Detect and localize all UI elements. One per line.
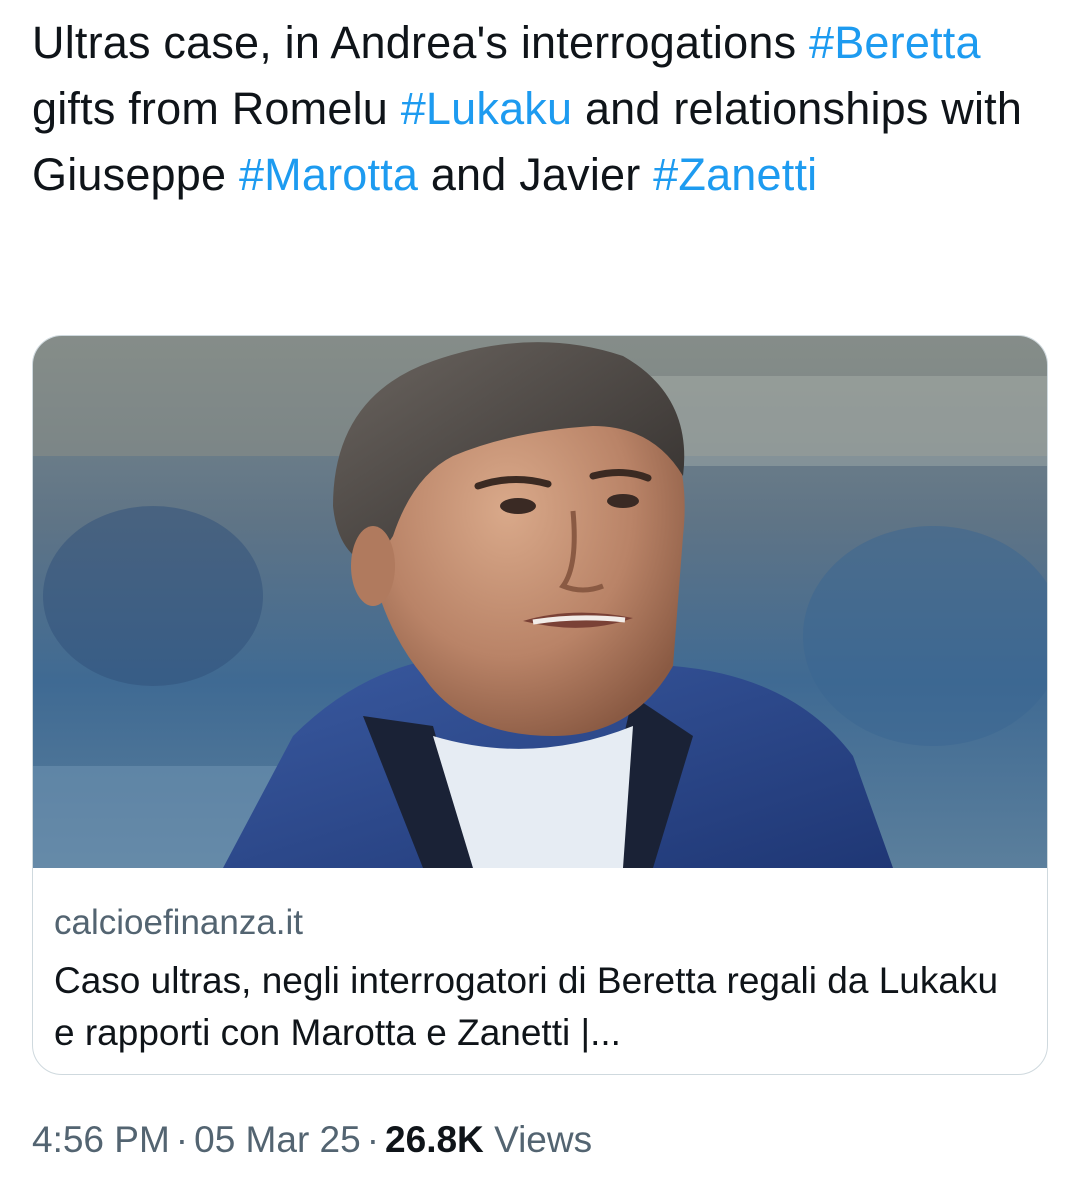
card-image[interactable]	[33, 336, 1047, 868]
tweet-text-segment: Ultras case, in Andrea's interrogations	[32, 17, 809, 68]
hashtag-zanetti-link[interactable]: #Zanetti	[653, 149, 817, 200]
meta-separator: ·	[366, 1119, 380, 1160]
meta-separator: ·	[175, 1119, 189, 1160]
tweet-text: Ultras case, in Andrea's interrogations …	[32, 10, 1052, 208]
views-label: Views	[494, 1119, 593, 1160]
hashtag-beretta-link[interactable]: #Beretta	[809, 17, 981, 68]
tweet-date-link[interactable]: 05 Mar 25	[194, 1119, 361, 1160]
hashtag-marotta-link[interactable]: #Marotta	[239, 149, 418, 200]
tweet-text-segment: and Javier	[418, 149, 654, 200]
card-title: Caso ultras, negli interrogatori di Bere…	[54, 960, 999, 1053]
link-preview-card[interactable]: calcioefinanza.it Caso ultras, negli int…	[32, 335, 1048, 1075]
tweet-meta: 4:56 PM · 05 Mar 25 · 26.8K Views	[32, 1116, 592, 1164]
tweet-time-link[interactable]: 4:56 PM	[32, 1119, 170, 1160]
hashtag-lukaku-link[interactable]: #Lukaku	[401, 83, 573, 134]
tweet-text-segment: gifts from Romelu	[32, 83, 401, 134]
views-count[interactable]: 26.8K	[385, 1119, 484, 1160]
card-domain: calcioefinanza.it	[54, 903, 304, 942]
